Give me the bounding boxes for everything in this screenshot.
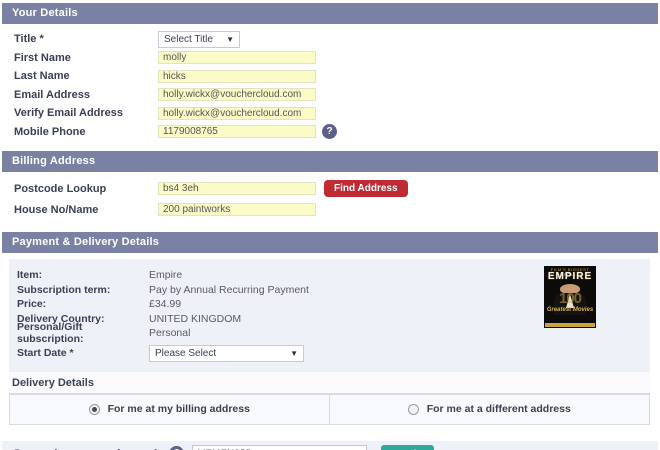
voucher-code-bar: Do you have a voucher code ? Apply [2,440,658,450]
payment-details-panel: Item: Empire Subscription term: Pay by A… [9,259,650,372]
item-value: Empire [149,269,183,282]
delivery-country-value: UNITED KINGDOM [149,312,242,325]
postcode-row: Postcode Lookup Find Address [2,178,658,199]
voucher-code-input[interactable] [192,445,368,450]
start-date-row: Start Date * Please Select ▼ [17,344,642,362]
last-name-input[interactable] [158,69,316,83]
delivery-options: For me at my billing address For me at a… [9,392,650,425]
chevron-down-icon: ▼ [226,34,234,44]
gift-subscription-row: Personal/Gift subscription: Personal [17,321,642,345]
first-name-row: First Name [2,49,658,68]
first-name-label: First Name [14,51,71,64]
voucher-help-icon[interactable]: ? [169,446,185,450]
mobile-phone-input[interactable] [158,125,316,139]
title-select-value: Select Title [164,33,213,45]
price-value: £34.99 [149,298,182,311]
section-header-payment-delivery: Payment & Delivery Details [2,232,658,253]
radio-billing-address[interactable] [88,403,100,415]
first-name-input[interactable] [158,51,316,65]
house-label: House No/Name [14,203,99,216]
house-input[interactable] [158,203,316,216]
subscription-term-value: Pay by Annual Recurring Payment [149,283,309,296]
delivery-option-different-address[interactable]: For me at a different address [329,393,650,425]
delivery-details-section: Delivery Details For me at my billing ad… [9,371,650,425]
start-date-select-value: Please Select [155,347,217,359]
cover-masthead: EMPIRE [547,271,593,282]
apply-voucher-button[interactable]: Apply [381,444,435,450]
email-row: Email Address [2,86,658,105]
last-name-label: Last Name [14,70,70,83]
checkout-page: Your Details Title * Select Title ▼ Firs… [0,0,660,450]
gift-subscription-value: Personal [149,327,191,340]
verify-email-row: Verify Email Address [2,104,658,123]
section-header-your-details: Your Details [2,3,658,24]
last-name-row: Last Name [2,67,658,86]
cover-headline-number: 100 [558,290,582,307]
mobile-phone-row: Mobile Phone ? [2,123,658,142]
start-date-select[interactable]: Please Select ▼ [149,344,304,362]
title-label: Title * [14,33,44,46]
title-row: Title * Select Title ▼ [2,30,658,49]
magazine-cover-image: FILM'S BIGGEST POLL EMPIRE 100 Greatest … [544,266,596,328]
email-input[interactable] [158,88,316,102]
postcode-label: Postcode Lookup [14,182,107,195]
start-date-label: Start Date * [17,347,74,359]
radio-different-address[interactable] [407,403,419,415]
house-row: House No/Name [2,199,658,220]
verify-email-input[interactable] [158,106,316,120]
gift-subscription-label: Personal/Gift subscription: [17,321,84,346]
find-address-button[interactable]: Find Address [324,180,408,197]
verify-email-label: Verify Email Address [14,107,124,120]
chevron-down-icon: ▼ [290,348,298,358]
billing-address-form: Postcode Lookup Find Address House No/Na… [2,172,658,220]
postcode-input[interactable] [158,182,316,195]
delivery-option-different-label: For me at a different address [426,403,571,415]
item-label: Item: [17,269,43,282]
section-header-billing-address: Billing Address [2,151,658,172]
delivery-details-heading: Delivery Details [9,371,650,393]
subscription-term-label: Subscription term: [17,283,111,296]
email-label: Email Address [14,88,91,101]
mobile-phone-label: Mobile Phone [14,125,86,138]
delivery-option-billing-label: For me at my billing address [107,403,250,415]
your-details-form: Title * Select Title ▼ First Name Last N… [2,24,658,141]
cover-headline-text: Greatest Movies [546,307,594,313]
delivery-option-billing-address[interactable]: For me at my billing address [9,393,330,425]
price-label: Price: [17,298,47,311]
title-select[interactable]: Select Title ▼ [158,30,240,48]
mobile-help-icon[interactable]: ? [322,124,337,140]
